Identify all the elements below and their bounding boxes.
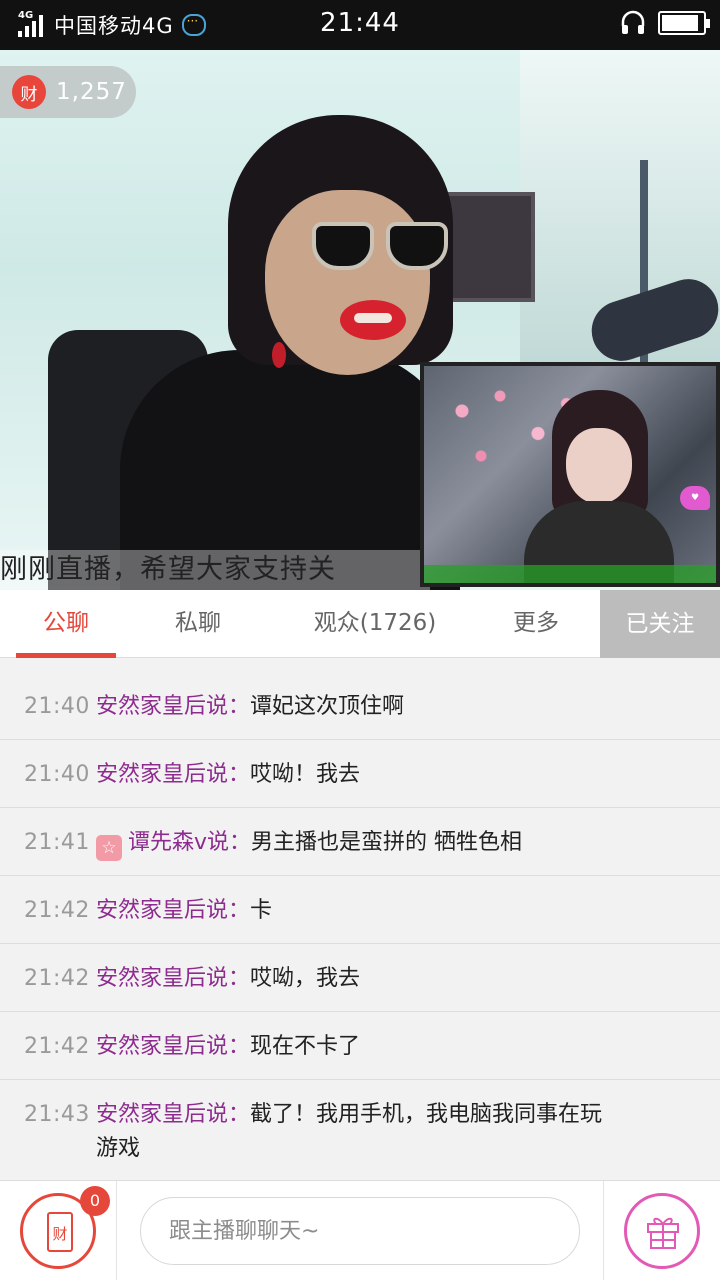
message-time: 21:40 <box>24 694 90 719</box>
chat-message: 21:43 安然家皇后说：截了！我用手机，我电脑我同事在玩 游戏 <box>0 1080 720 1188</box>
message-text: 哎呦，我去 <box>250 966 361 991</box>
pip-face <box>566 428 632 504</box>
coin-counter[interactable]: 财 1,257 <box>0 66 136 118</box>
follow-button[interactable]: 已关注 <box>600 590 720 658</box>
message-user[interactable]: 安然家皇后说： <box>96 898 250 923</box>
red-packet-icon: 财 <box>47 1212 73 1252</box>
message-user[interactable]: 安然家皇后说： <box>96 694 250 719</box>
streamer-lips <box>340 300 406 340</box>
coin-icon: 财 <box>12 75 46 109</box>
message-time: 21:41 <box>24 830 90 855</box>
tab-more[interactable]: 更多 <box>486 590 586 658</box>
tab-public-chat[interactable]: 公聊 <box>16 590 116 658</box>
message-time: 21:43 <box>24 1102 90 1127</box>
love-sticker-icon: ♥ <box>680 486 710 510</box>
chat-message: 21:42 安然家皇后说：哎呦，我去 <box>0 944 720 1012</box>
message-time: 21:42 <box>24 898 90 923</box>
live-video[interactable]: 财 1,257 刚刚直播，希望大家支持关 ♥ <box>0 50 720 590</box>
coin-count: 1,257 <box>56 79 127 105</box>
chat-message: 21:42 安然家皇后说：现在不卡了 <box>0 1012 720 1080</box>
message-text: 截了！我用手机，我电脑我同事在玩 <box>250 1102 603 1127</box>
message-text-continued: 游戏 <box>96 1136 141 1161</box>
chat-tabs: 公聊 私聊 观众(1726) 更多 已关注 <box>0 590 720 658</box>
chat-message: 21:41 ☆ 谭先森v说：男主播也是蛮拼的 牺牲色相 <box>0 808 720 876</box>
message-text: 现在不卡了 <box>250 1034 361 1059</box>
chat-message: 21:42 安然家皇后说：卡 <box>0 876 720 944</box>
red-packet-count-badge: 0 <box>80 1186 110 1216</box>
message-text: 男主播也是蛮拼的 牺牲色相 <box>251 830 523 855</box>
divider <box>116 1181 117 1280</box>
chat-list: 21:40 安然家皇后说：谭妃这次顶住啊 21:40 安然家皇后说：哎呦！我去 21… <box>0 672 720 1188</box>
chat-input[interactable] <box>140 1197 580 1265</box>
streamer-sunglasses <box>312 222 452 276</box>
message-user[interactable]: 谭先森v说： <box>128 830 251 855</box>
message-user[interactable]: 安然家皇后说： <box>96 1102 250 1127</box>
video-monitor <box>445 192 535 302</box>
status-clock: 21:44 <box>320 8 400 38</box>
pip-video[interactable]: ♥ <box>420 362 720 587</box>
message-text: 哎呦！我去 <box>250 762 361 787</box>
battery-icon <box>658 11 710 35</box>
chat-message: 21:40 安然家皇后说：哎呦！我去 <box>0 740 720 808</box>
message-time: 21:42 <box>24 966 90 991</box>
divider <box>603 1181 604 1280</box>
streamer-face <box>265 190 430 375</box>
message-text: 谭妃这次顶住啊 <box>250 694 405 719</box>
tab-audience[interactable]: 观众(1726) <box>300 590 450 658</box>
status-bar: 4G 中国移动4G 21:44 <box>0 0 720 50</box>
gift-icon <box>647 1217 679 1249</box>
star-badge-icon: ☆ <box>96 835 122 861</box>
pip-ticker <box>424 565 716 583</box>
stream-caption: 刚刚直播，希望大家支持关 <box>0 550 430 590</box>
message-user[interactable]: 安然家皇后说： <box>96 1034 250 1059</box>
message-time: 21:40 <box>24 762 90 787</box>
message-time: 21:42 <box>24 1034 90 1059</box>
status-right <box>620 10 710 36</box>
gift-button[interactable] <box>624 1193 700 1269</box>
streamer-earring <box>272 342 286 368</box>
headphone-icon <box>621 10 645 34</box>
message-text: 卡 <box>250 898 273 923</box>
active-tab-indicator <box>16 653 116 658</box>
bottom-bar: 财 0 <box>0 1180 720 1280</box>
message-user[interactable]: 安然家皇后说： <box>96 762 250 787</box>
message-user[interactable]: 安然家皇后说： <box>96 966 250 991</box>
red-packet-button[interactable]: 财 0 <box>20 1186 110 1269</box>
chat-message: 21:40 安然家皇后说：谭妃这次顶住啊 <box>0 672 720 740</box>
tab-private-chat[interactable]: 私聊 <box>148 590 248 658</box>
